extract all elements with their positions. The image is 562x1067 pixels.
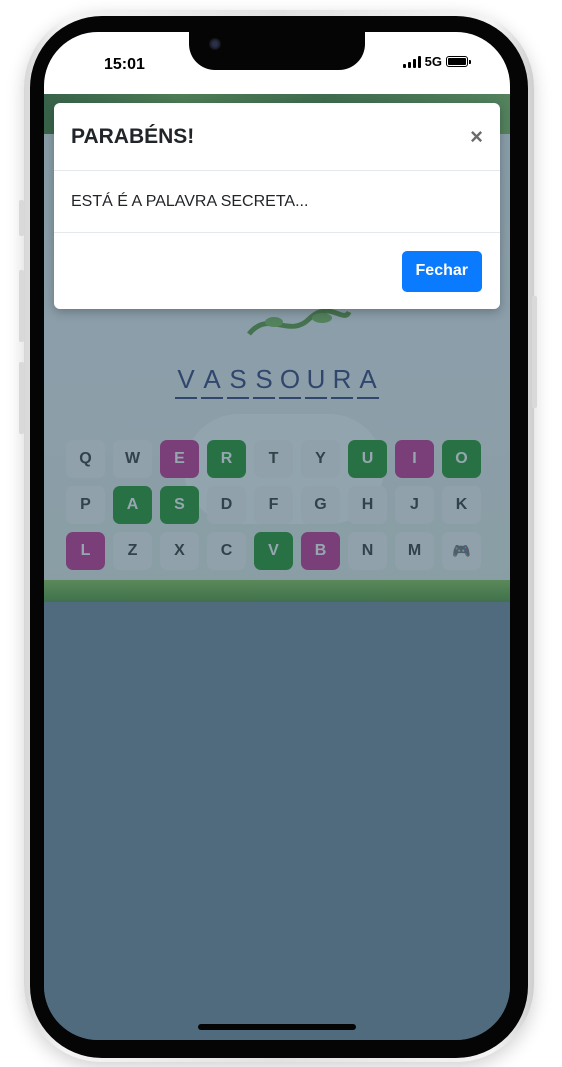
notch: [189, 32, 365, 70]
phone-screen: 15:01 5G VASSOURA QWERTYUIOPASDFGHJKLZXC…: [44, 32, 510, 1040]
front-camera: [209, 38, 221, 50]
signal-icon: [402, 55, 421, 68]
status-indicators: 5G: [402, 54, 471, 69]
side-button-volume-up: [19, 270, 24, 342]
modal-title: PARABÉNS!: [71, 124, 195, 148]
close-button[interactable]: Fechar: [401, 250, 482, 292]
network-type: 5G: [424, 54, 442, 69]
side-button-mute: [19, 200, 24, 236]
congrats-modal: PARABÉNS! × ESTÁ É A PALAVRA SECRETA... …: [54, 103, 500, 309]
modal-message: ESTÁ É A PALAVRA SECRETA...: [71, 192, 309, 210]
modal-body: ESTÁ É A PALAVRA SECRETA...: [54, 171, 500, 233]
home-indicator[interactable]: [198, 1024, 356, 1030]
modal-header: PARABÉNS! ×: [54, 103, 500, 171]
backdrop-lower: [44, 602, 510, 1040]
status-time: 15:01: [104, 56, 145, 73]
side-button-power: [532, 296, 537, 408]
modal-footer: Fechar: [54, 233, 500, 309]
side-button-volume-down: [19, 362, 24, 434]
close-icon[interactable]: ×: [470, 124, 483, 150]
battery-icon: [446, 56, 471, 67]
